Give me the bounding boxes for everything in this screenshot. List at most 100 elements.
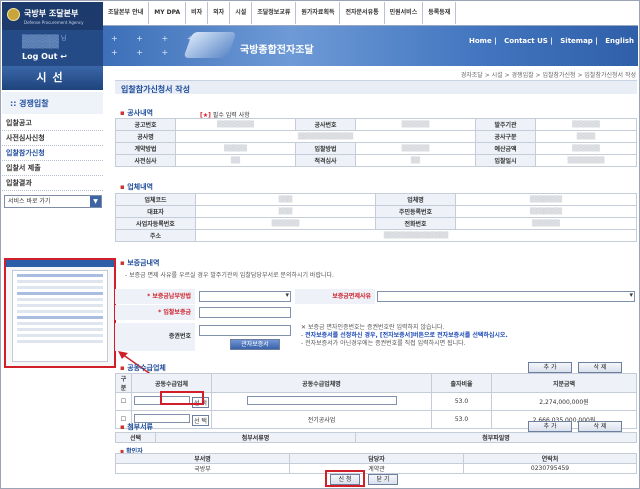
logout-label: Log Out	[22, 52, 58, 61]
reason-label: 보증금면제사유	[295, 289, 375, 304]
popup-thumbnail[interactable]	[4, 258, 116, 368]
column-header: 공동수급업체	[131, 373, 212, 393]
sidebar-item-bid-application[interactable]: 입찰참가신청	[2, 146, 103, 161]
topnav-item[interactable]: 전자문서유통	[340, 2, 385, 24]
column-header: 첨부파일명	[355, 432, 637, 443]
table-value: ▒▒▒▒	[535, 130, 637, 143]
topnav-item[interactable]: 등록등재	[423, 2, 457, 24]
cert-note-2: - 전자보증서를 선정하신 경우, [전자보증서]버튼으로 전자보증서를 선택하…	[301, 332, 508, 339]
joint-type-cell[interactable]: 전기공사업	[211, 410, 432, 429]
contact-link[interactable]: Contact US	[504, 37, 548, 45]
section-guarantee: 보증금내역	[120, 258, 159, 268]
sidebar-title: 시선	[2, 66, 103, 90]
brand-logo[interactable]: 국방부 조달본부 Defense Procurement Agency	[2, 2, 103, 30]
company-table: 업체코드 ▒▒▒ 업체명 ▒▒▒▒▒▒▒ 대표자 ▒▒▒ 주민등록번호 ▒▒▒▒…	[115, 193, 637, 242]
sidebar-item-prequalification[interactable]: 사전심사신청	[2, 131, 103, 146]
header-links: Home | Contact US | Sitemap | English	[468, 37, 634, 45]
column-header: 지분금액	[491, 373, 637, 393]
highlight-submit-button	[325, 470, 365, 487]
form-row: * 보증금납부방법 보증금면제사유	[115, 289, 637, 304]
table-header: 계약방법	[115, 142, 176, 155]
user-box: ▒▒▒▒▒▒▒▒ 님 ▒▒▒▒▒▒▒▒ Log Out ↩	[2, 30, 103, 66]
topnav-item[interactable]: MY DPA	[149, 2, 187, 24]
table-header: 입찰일시	[475, 154, 536, 167]
rate-cell[interactable]: 53.0	[431, 410, 492, 429]
chevron-down-icon[interactable]: ▼	[90, 196, 101, 207]
table-header: 발주기관	[475, 118, 536, 131]
rate-cell[interactable]: 53.0	[431, 392, 492, 411]
sidebar-item-bid-result[interactable]: 입찰결과	[2, 176, 103, 191]
topnav-item[interactable]: 조달본부 안내	[103, 2, 150, 24]
amount-label-text: 입찰보증금	[163, 309, 191, 316]
english-link[interactable]: English	[605, 37, 634, 45]
seal-icon	[7, 8, 20, 21]
top-navigation: 조달본부 안내 MY DPA 비자 외자 시설 조달정보교류 원가자료획득 전자문서유통 민원서…	[103, 2, 638, 26]
column-header: 선택	[115, 432, 156, 443]
sidebar-item-bid-notice[interactable]: 입찰공고	[2, 116, 103, 131]
table-value: ▒▒	[175, 154, 296, 167]
topnav-item[interactable]: 민원서비스	[385, 2, 424, 24]
table-value: ▒▒	[355, 154, 476, 167]
form-row: * 입찰보증금	[115, 305, 637, 320]
select-company-button[interactable]: 선 택	[191, 414, 209, 426]
column-header: 연락처	[463, 453, 637, 464]
topnav-item[interactable]: 원가자료획득	[296, 2, 341, 24]
column-header: 첨부서류명	[155, 432, 356, 443]
user-info-blurred: ▒▒▒▒▒▒▒▒ 님 ▒▒▒▒▒▒▒▒	[22, 35, 67, 49]
quick-service-value: 서비스 바로 가기	[8, 198, 51, 205]
cert-note-1: ✕ 보증금 면자인증번호는 증권번호란 입력하지 않습니다.	[301, 324, 445, 331]
sidebar-item-bid-submit[interactable]: 입찰서 제출	[2, 161, 103, 176]
close-button[interactable]: 닫 기	[368, 474, 398, 485]
section-joint: 공동수급업체	[120, 363, 166, 373]
cert-note-1-text: 보증금 면자인증번호는 증권번호란 입력하지 않습니다.	[307, 324, 445, 331]
table-value: ▒▒▒▒▒	[175, 142, 296, 155]
joint-delete-button[interactable]: 삭 제	[578, 362, 622, 373]
sitemap-link[interactable]: Sitemap	[560, 37, 593, 45]
attach-add-button[interactable]: 추 가	[528, 421, 572, 432]
logout-button[interactable]: Log Out ↩	[22, 52, 67, 61]
device-illustration	[183, 32, 237, 58]
cert-number-input[interactable]	[199, 325, 291, 336]
header-banner: + + + + + + + + 국방종합전자조달 Home | Contact …	[103, 26, 638, 66]
page-title: 입찰참가신청서 작성	[115, 80, 637, 94]
home-link[interactable]: Home	[469, 37, 492, 45]
amount-input[interactable]	[199, 307, 291, 318]
table-header: 적격심사	[295, 154, 356, 167]
cert-label: 증권번호	[115, 323, 195, 351]
amount-label: * 입찰보증금	[115, 305, 195, 320]
quick-service-select[interactable]: 서비스 바로 가기 ▼	[4, 195, 102, 208]
table-header: 공사구분	[475, 130, 536, 143]
table-header: 사업자등록번호	[115, 217, 196, 230]
table-value: ▒▒▒	[195, 193, 376, 206]
method-label-text: 보증금납부방법	[152, 293, 191, 300]
signer-phone: 0230795459	[463, 463, 637, 474]
table-header: 주소	[115, 229, 196, 242]
table-header: 전화번호	[375, 217, 456, 230]
highlight-select-button	[160, 391, 204, 405]
table-header: 사전심사	[115, 154, 176, 167]
topnav-item[interactable]: 시설	[230, 2, 253, 24]
column-header: 구분	[115, 373, 132, 393]
form-row: 증권번호 관자보증서 ✕ 보증금 면자인증번호는 증권번호란 입력하지 않습니다…	[115, 323, 637, 351]
method-select[interactable]	[199, 291, 291, 302]
table-header: 예산금액	[475, 142, 536, 155]
table-header: 공사명	[115, 130, 176, 143]
attach-delete-button[interactable]: 삭 제	[578, 421, 622, 432]
reason-select[interactable]	[377, 291, 635, 302]
brand-title: 국방부 조달본부	[24, 9, 79, 18]
topnav-item[interactable]: 조달정보교류	[252, 2, 297, 24]
attachments-table: 선택 첨부서류명 첨부파일명	[115, 432, 637, 443]
topnav-item[interactable]: 외자	[208, 2, 231, 24]
table-header: 업체코드	[115, 193, 196, 206]
signer-name: 계약관	[289, 463, 464, 474]
table-value: ▒▒▒▒▒▒▒▒▒▒▒▒▒▒	[195, 229, 637, 242]
row-checkbox[interactable]: ☐	[115, 392, 132, 411]
joint-add-button[interactable]: 추 가	[528, 362, 572, 373]
table-value: ▒▒▒▒▒▒▒▒▒▒▒▒	[175, 130, 476, 143]
table-header: 대표자	[115, 205, 196, 218]
e-guarantee-button[interactable]: 관자보증서	[230, 339, 280, 350]
section-attachments: 첨부서류	[120, 422, 153, 432]
table-value: ▒▒▒▒▒▒▒	[455, 193, 637, 206]
topnav-item[interactable]: 비자	[186, 2, 209, 24]
guarantee-form: * 보증금납부방법 보증금면제사유 * 입찰보증금 증권번호 관자보증서 ✕ 보…	[115, 283, 637, 353]
